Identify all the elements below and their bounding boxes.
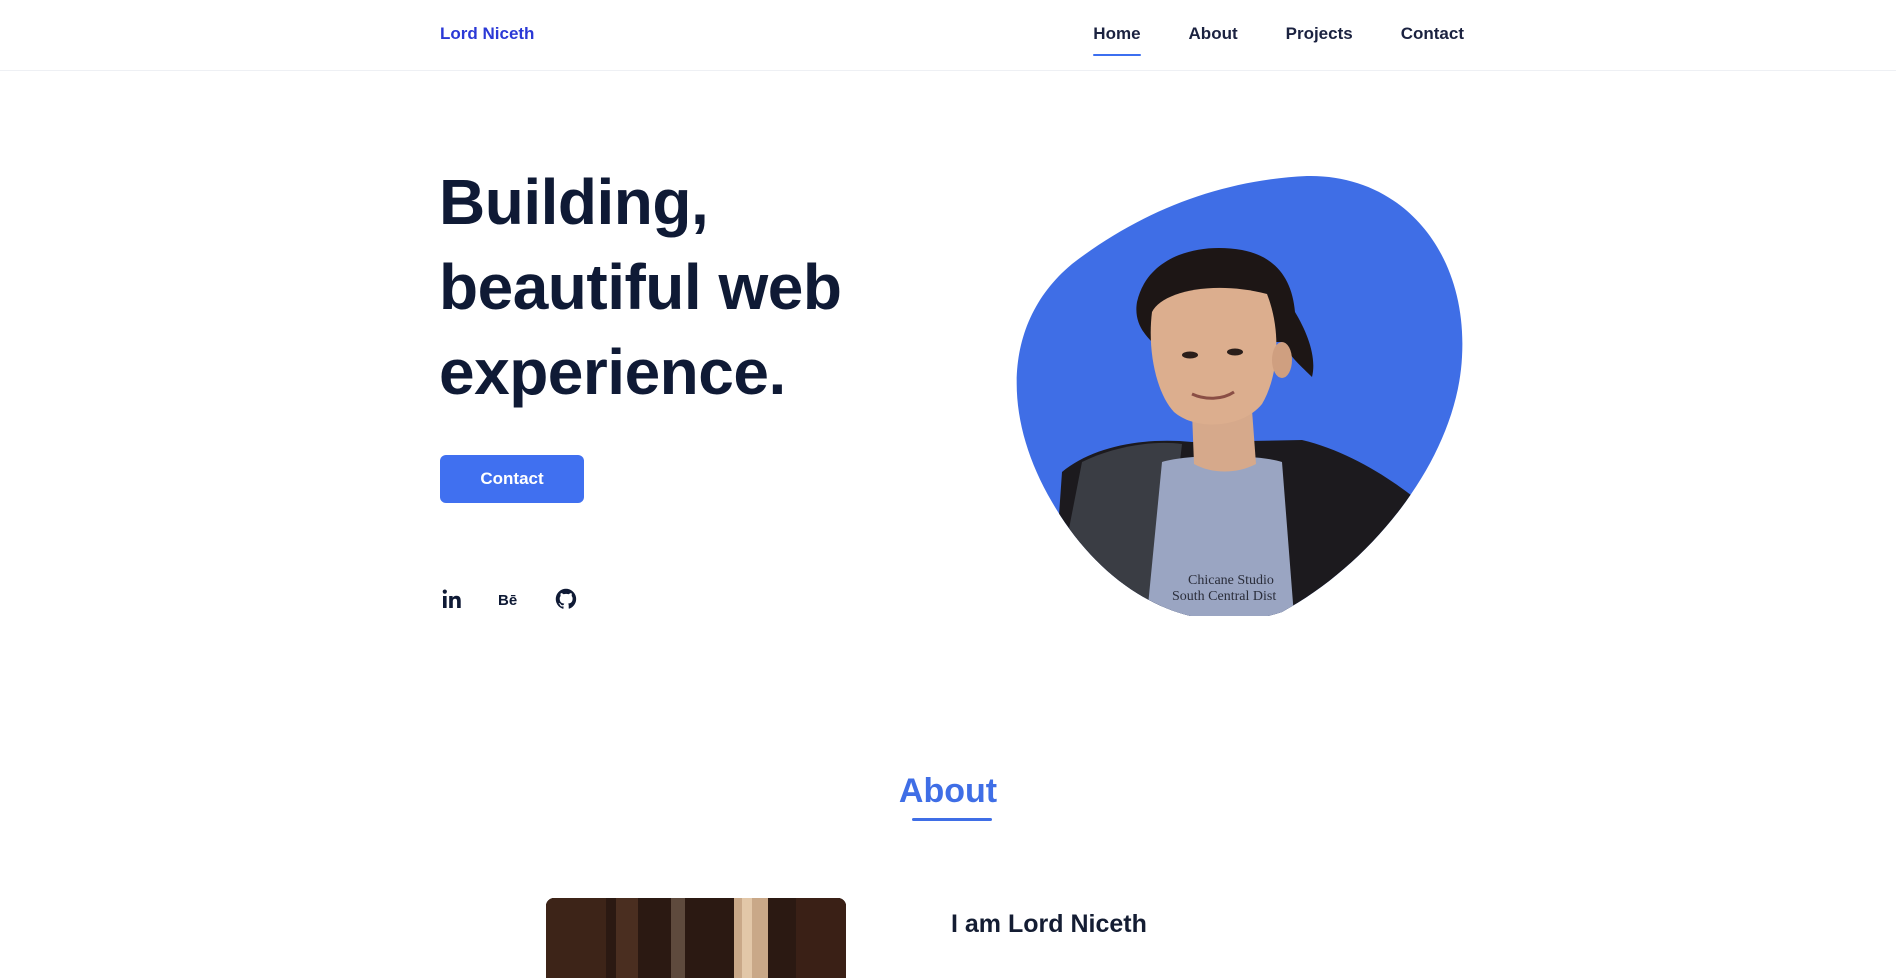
- about-section-title: About: [898, 772, 998, 810]
- hero-title-line: Building,: [439, 166, 709, 238]
- linkedin-icon: [442, 589, 461, 608]
- hero-title: Building, beautiful web experience.: [439, 160, 842, 415]
- linkedin-link[interactable]: [440, 587, 464, 611]
- shirt-print-line: South Central Dist: [1172, 589, 1276, 604]
- section-title-underline: [912, 818, 992, 821]
- main-nav: Home About Projects Contact: [1093, 24, 1464, 56]
- shirt-print-line: Chicane Studio: [1188, 573, 1274, 588]
- forest-image: [546, 898, 846, 978]
- behance-link[interactable]: Bē: [497, 587, 521, 611]
- logo-link[interactable]: Lord Niceth: [440, 24, 534, 44]
- about-photo: [546, 898, 846, 978]
- nav-projects[interactable]: Projects: [1286, 24, 1353, 44]
- about-heading: I am Lord Niceth: [951, 910, 1147, 938]
- github-icon: [555, 588, 577, 609]
- github-link[interactable]: [554, 587, 578, 611]
- nav-contact[interactable]: Contact: [1401, 24, 1464, 44]
- nav-about[interactable]: About: [1189, 24, 1238, 44]
- hero-title-line: experience.: [439, 336, 786, 408]
- behance-icon: Bē: [498, 592, 517, 609]
- social-links: Bē: [440, 587, 578, 611]
- hero-contact-button[interactable]: Contact: [440, 455, 584, 503]
- hero-portrait: Chicane Studio South Central Dist: [1016, 175, 1463, 616]
- site-header: Lord Niceth Home About Projects Contact: [0, 0, 1896, 71]
- svg-text:Bē: Bē: [498, 592, 517, 609]
- hero-title-line: beautiful web: [439, 251, 842, 323]
- nav-home[interactable]: Home: [1093, 24, 1141, 56]
